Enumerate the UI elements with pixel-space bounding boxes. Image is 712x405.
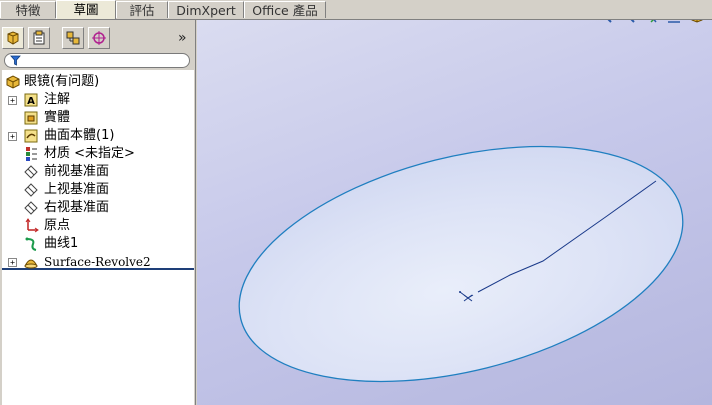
tab-features[interactable]: 特徵 bbox=[0, 1, 56, 18]
expand-toggle-icon[interactable]: + bbox=[8, 258, 17, 267]
tree-item-label: 注解 bbox=[44, 92, 71, 107]
property-manager-tab[interactable] bbox=[28, 27, 50, 49]
tree-item-label: 材质 <未指定> bbox=[44, 146, 135, 161]
tree-item-label: 右视基准面 bbox=[44, 200, 110, 215]
material-icon bbox=[23, 146, 39, 162]
model-view bbox=[215, 105, 707, 405]
feature-manager-panel: » 眼镜(有问题) + A 注解 實體 + 曲面本體(1) 材质 <未指定> 前… bbox=[0, 20, 196, 405]
tree-item-label: 曲线1 bbox=[44, 236, 79, 251]
view-orientation-icon[interactable] bbox=[643, 20, 659, 24]
graphics-area[interactable] bbox=[197, 20, 712, 405]
configuration-manager-tab[interactable] bbox=[62, 27, 84, 49]
section-view-icon[interactable] bbox=[666, 20, 682, 24]
expand-toggle-icon[interactable]: + bbox=[8, 96, 17, 105]
tab-evaluate[interactable]: 評估 bbox=[116, 1, 168, 18]
filter-input[interactable] bbox=[25, 54, 185, 67]
feature-manager-tab[interactable] bbox=[2, 27, 24, 49]
surface-bodies-icon bbox=[23, 128, 39, 144]
revolve-surface-icon bbox=[23, 254, 39, 270]
tree-item-origin[interactable]: 原点 bbox=[2, 217, 192, 235]
tree-item-material[interactable]: 材质 <未指定> bbox=[2, 145, 192, 163]
svg-text:A: A bbox=[27, 96, 35, 107]
plane-icon bbox=[23, 200, 39, 216]
zoom-to-fit-icon[interactable] bbox=[597, 20, 613, 24]
tree-item-surface-revolve2[interactable]: + Surface-Revolve2 bbox=[2, 253, 192, 271]
tree-item-label: Surface-Revolve2 bbox=[44, 255, 151, 269]
curve-icon bbox=[23, 236, 39, 252]
tree-filter[interactable] bbox=[4, 53, 190, 68]
expand-panel-icon[interactable]: » bbox=[178, 30, 187, 46]
annotations-icon: A bbox=[23, 92, 39, 108]
tree-item-solid-bodies[interactable]: 實體 bbox=[2, 109, 192, 127]
tree-item-label: 前视基准面 bbox=[44, 164, 110, 179]
tree-empty-area bbox=[2, 270, 194, 405]
tree-item-front-plane[interactable]: 前视基准面 bbox=[2, 163, 192, 181]
revolved-surface[interactable] bbox=[215, 105, 707, 405]
tree-item-label: 原点 bbox=[44, 218, 71, 233]
tab-dimxpert[interactable]: DimXpert bbox=[168, 1, 244, 18]
tree-item-label: 曲面本體(1) bbox=[44, 128, 115, 143]
tab-office-products[interactable]: Office 產品 bbox=[244, 1, 326, 18]
part-icon bbox=[5, 74, 21, 90]
panel-tabs: » bbox=[2, 27, 192, 51]
solid-bodies-icon bbox=[23, 110, 39, 126]
tree-item-top-plane[interactable]: 上视基准面 bbox=[2, 181, 192, 199]
tree-item-curve1[interactable]: 曲线1 bbox=[2, 235, 192, 253]
tab-sketch[interactable]: 草圖 bbox=[56, 0, 116, 19]
tree-item-annotations[interactable]: + A 注解 bbox=[2, 91, 192, 109]
tree-root-part[interactable]: 眼镜(有问题) bbox=[2, 73, 192, 91]
display-style-icon[interactable] bbox=[689, 20, 705, 24]
tree-item-right-plane[interactable]: 右视基准面 bbox=[2, 199, 192, 217]
tree-root-label: 眼镜(有问题) bbox=[24, 74, 100, 89]
origin-icon bbox=[23, 218, 39, 234]
tree-item-label: 實體 bbox=[44, 110, 71, 125]
plane-icon bbox=[23, 164, 39, 180]
plane-icon bbox=[23, 182, 39, 198]
dimxpert-manager-tab[interactable] bbox=[88, 27, 110, 49]
zoom-area-icon[interactable] bbox=[620, 20, 636, 24]
command-manager-tabs: 特徵 草圖 評估 DimXpert Office 產品 bbox=[0, 0, 712, 20]
tree-item-surface-bodies[interactable]: + 曲面本體(1) bbox=[2, 127, 192, 145]
feature-tree: 眼镜(有问题) + A 注解 實體 + 曲面本體(1) 材质 <未指定> 前视基… bbox=[2, 70, 194, 270]
expand-toggle-icon[interactable]: + bbox=[8, 132, 17, 141]
tree-item-label: 上视基准面 bbox=[44, 182, 110, 197]
